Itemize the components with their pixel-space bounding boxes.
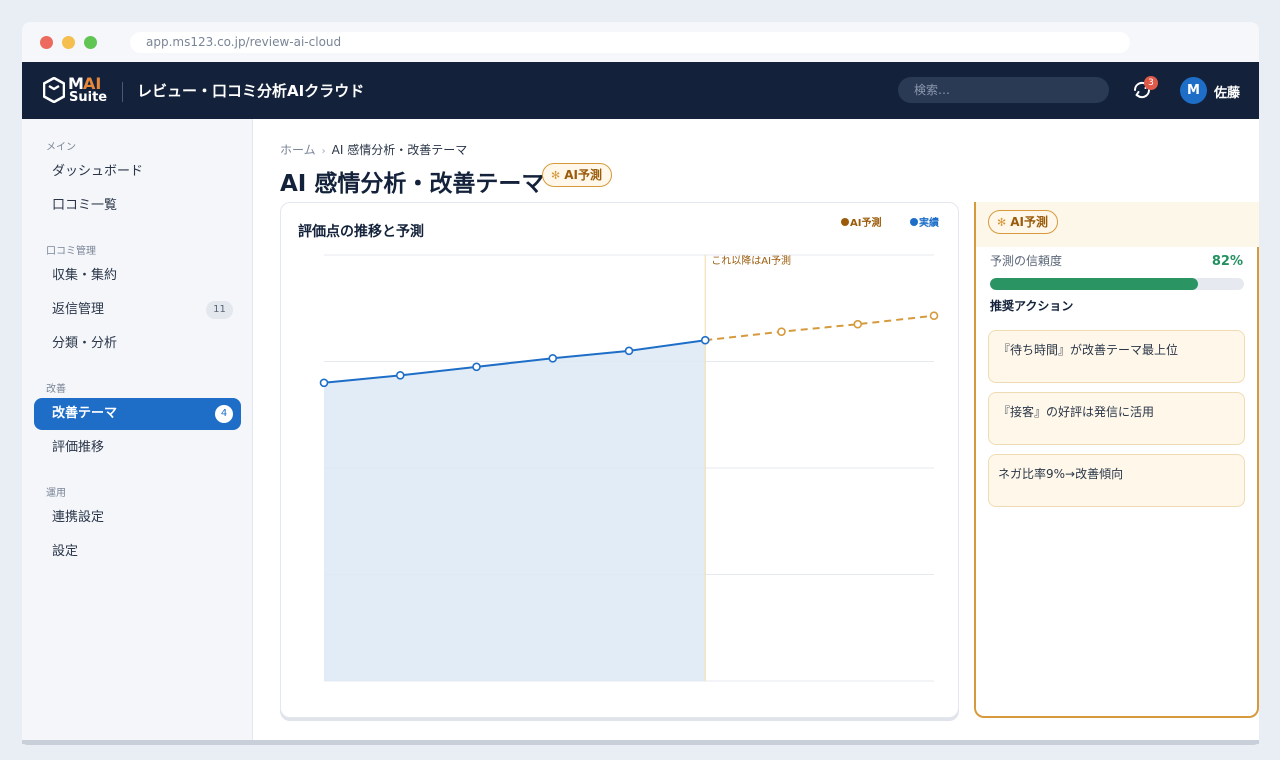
- sidebar-item-label: 口コミ一覧: [52, 198, 118, 213]
- sidebar-section-label: 運用: [46, 488, 66, 499]
- sidebar-item-label: 設定: [52, 544, 79, 559]
- sidebar-section-label: 改善: [46, 384, 66, 395]
- sidebar-item-label: 改善テーマ: [52, 406, 118, 421]
- sidebar-item-label: 連携設定: [52, 510, 105, 525]
- action-text: 『待ち時間』が改善テーマ最上位: [998, 343, 1179, 357]
- breadcrumb-separator: ›: [321, 146, 326, 157]
- logo-text-suite: Suite: [69, 90, 108, 105]
- actual-data-point: [319, 378, 329, 388]
- ai-insight-panel: ✻ AI予測 予測の信頼度 82% 推奨アクション 『待ち時間』が改善テーマ最上位…: [974, 202, 1259, 718]
- sidebar-item-improvement-themes[interactable]: 改善テーマ 4: [34, 398, 241, 430]
- logo-hexagon-icon: [43, 77, 65, 103]
- sidebar-item-label: 評価推移: [52, 440, 105, 455]
- sidebar-item-classify[interactable]: 分類・分析: [34, 328, 241, 360]
- prediction-data-point: [777, 327, 786, 336]
- sparkle-icon: ✻: [551, 169, 561, 182]
- actual-area-fill: [324, 340, 706, 681]
- sidebar-item-dashboard[interactable]: ダッシュボード: [34, 156, 241, 188]
- window-minimize-button[interactable]: [62, 36, 75, 49]
- prediction-data-point: [853, 319, 863, 329]
- window-close-button[interactable]: [40, 36, 53, 49]
- app-title: レビュー・口コミ分析AIクラウド: [137, 82, 365, 100]
- search-input[interactable]: 検索…: [898, 77, 1109, 103]
- recommended-actions-title: 推奨アクション: [990, 299, 1074, 313]
- sidebar-item-reviews[interactable]: 口コミ一覧: [34, 190, 241, 222]
- sidebar-item-rating-trend[interactable]: 評価推移: [34, 432, 241, 464]
- sparkle-icon: ✻: [997, 216, 1007, 229]
- sidebar-item-collect[interactable]: 収集・集約: [34, 260, 241, 292]
- app-window: M AI Suite レビュー・口コミ分析AIクラウド 検索… 3 M 佐藤 メ…: [22, 62, 1259, 740]
- replies-count-badge: 11: [206, 301, 233, 319]
- breadcrumb-current: AI 感情分析・改善テーマ: [331, 143, 468, 157]
- sidebar-section-label: メイン: [46, 142, 76, 153]
- page-title: AI 感情分析・改善テーマ: [280, 171, 545, 197]
- sidebar: メイン ダッシュボード 口コミ一覧 口コミ管理 収集・集約 返信管理 11 分類…: [22, 119, 253, 740]
- ai-badge-label: AI予測: [564, 168, 602, 182]
- window-shadow: [22, 740, 1259, 745]
- actual-data-point: [395, 371, 405, 380]
- notification-badge: 3: [1144, 76, 1158, 90]
- app-logo[interactable]: M AI Suite: [43, 74, 107, 108]
- themes-count-badge: 4: [215, 405, 233, 423]
- breadcrumb: ホーム › AI 感情分析・改善テーマ: [280, 141, 467, 158]
- actual-data-point: [624, 346, 634, 356]
- sidebar-item-label: 返信管理: [52, 302, 105, 317]
- ai-panel-header: ✻ AI予測: [976, 202, 1259, 247]
- sidebar-item-label: ダッシュボード: [52, 164, 144, 179]
- rating-chart: これ以降はAI予測: [319, 254, 939, 682]
- actual-data-point: [548, 354, 558, 363]
- avatar[interactable]: M: [1180, 77, 1207, 104]
- sidebar-item-integrations[interactable]: 連携設定: [34, 502, 241, 534]
- action-text: ネガ比率9%→改善傾向: [998, 467, 1124, 481]
- sidebar-item-label: 収集・集約: [52, 268, 118, 283]
- confidence-progress-track: [990, 278, 1244, 290]
- action-card[interactable]: 『接客』の好評は発信に活用: [988, 392, 1245, 445]
- rating-chart-card: 評価点の推移と予測 AI予測 実績 これ以降はAI予測: [280, 202, 959, 718]
- ai-badge-label: AI予測: [1010, 215, 1048, 229]
- address-bar[interactable]: app.ms123.co.jp/review-ai-cloud: [130, 32, 1130, 53]
- action-text: 『接客』の好評は発信に活用: [998, 405, 1155, 419]
- confidence-label: 予測の信頼度: [990, 254, 1063, 268]
- sidebar-item-settings[interactable]: 設定: [34, 536, 241, 568]
- breadcrumb-home-link[interactable]: ホーム: [280, 143, 316, 157]
- ai-prediction-badge: ✻ AI予測: [988, 210, 1058, 234]
- window-maximize-button[interactable]: [84, 36, 97, 49]
- confidence-value: 82%: [1211, 254, 1243, 269]
- prediction-data-point: [929, 311, 939, 321]
- header-divider: [122, 82, 123, 102]
- forecast-note: これ以降はAI予測: [711, 254, 791, 267]
- actual-data-point: [472, 362, 481, 372]
- action-card[interactable]: 『待ち時間』が改善テーマ最上位: [988, 330, 1245, 383]
- action-card[interactable]: ネガ比率9%→改善傾向: [988, 454, 1245, 507]
- sidebar-section-label: 口コミ管理: [46, 246, 96, 257]
- confidence-progress-fill: [990, 278, 1199, 290]
- sidebar-item-label: 分類・分析: [52, 336, 118, 351]
- ai-prediction-badge: ✻ AI予測: [542, 163, 612, 187]
- browser-chrome: app.ms123.co.jp/review-ai-cloud: [22, 22, 1259, 62]
- sidebar-item-replies[interactable]: 返信管理 11: [34, 294, 241, 326]
- actual-data-point: [700, 335, 710, 345]
- user-name[interactable]: 佐藤: [1214, 82, 1240, 101]
- top-header: M AI Suite レビュー・口コミ分析AIクラウド 検索… 3 M 佐藤: [22, 62, 1259, 119]
- prediction-series-line: [705, 314, 935, 342]
